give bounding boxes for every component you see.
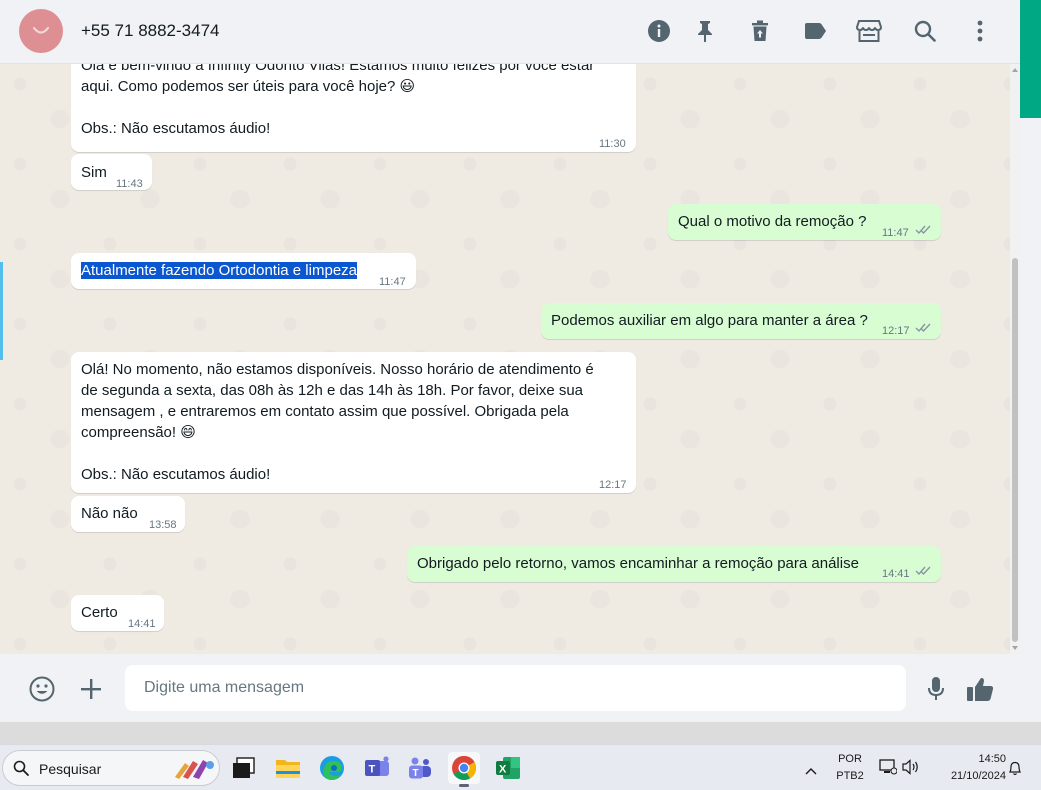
info-icon[interactable] [646, 18, 672, 44]
network-icon[interactable] [879, 759, 898, 780]
search-label: Pesquisar [39, 761, 102, 777]
clock-time[interactable]: 14:50 [930, 753, 1006, 765]
message-time: 12:17 [599, 479, 627, 491]
search-icon [13, 760, 29, 776]
message-incoming[interactable]: Não não 13:58 [71, 496, 185, 532]
message-composer [0, 654, 1020, 722]
message-time: 11:47 [379, 276, 406, 288]
file-explorer-icon[interactable] [272, 752, 304, 784]
microphone-icon[interactable] [923, 675, 949, 703]
keyboard-layout[interactable]: PTB2 [834, 770, 866, 782]
window-edge-accent [0, 262, 3, 360]
scroll-up-arrow-icon[interactable] [1012, 68, 1018, 72]
read-ticks-icon [915, 225, 931, 235]
excel-icon[interactable]: X [492, 752, 524, 784]
message-text: Qual o motivo da remoção ? [678, 213, 867, 230]
message-text: Sim [81, 164, 107, 181]
whatsapp-window: +55 71 8882-3474 Olá e bem-vindo à Infin… [0, 0, 1020, 722]
volume-icon[interactable] [902, 759, 920, 780]
thumbs-up-icon[interactable] [964, 674, 996, 704]
message-incoming[interactable]: Olá e bem-vindo à Infinity Odonto Vilas!… [71, 64, 636, 152]
teams-work-icon[interactable]: T [361, 752, 393, 784]
message-incoming[interactable]: Olá! No momento, não estamos disponíveis… [71, 352, 636, 493]
search-highlight-icon [175, 760, 214, 779]
message-text: Não não [81, 505, 138, 522]
emoji-icon[interactable] [28, 675, 56, 703]
edge-browser-icon[interactable] [316, 752, 348, 784]
delete-icon[interactable] [747, 18, 773, 44]
chat-header: +55 71 8882-3474 [0, 0, 1020, 64]
side-strip [1020, 0, 1041, 722]
scrollbar-thumb[interactable] [1012, 258, 1018, 642]
notification-bell-icon[interactable] [1008, 760, 1022, 781]
accent-bar [1020, 0, 1041, 118]
teams-icon[interactable]: T [404, 752, 436, 784]
message-input[interactable] [125, 665, 906, 711]
menu-icon[interactable] [967, 18, 993, 44]
pin-icon[interactable] [692, 18, 718, 44]
message-outgoing[interactable]: Qual o motivo da remoção ? 11:47 [668, 204, 941, 240]
search-icon[interactable] [912, 18, 938, 44]
message-time: 12:17 [882, 325, 910, 337]
message-time: 13:58 [149, 519, 177, 531]
svg-text:T: T [369, 764, 376, 776]
message-outgoing[interactable]: Obrigado pelo retorno, vamos encaminhar … [407, 546, 941, 582]
tray-overflow-chevron-icon[interactable] [805, 762, 817, 780]
message-outgoing[interactable]: Podemos auxiliar em algo para manter a á… [541, 303, 941, 339]
svg-text:X: X [499, 764, 507, 776]
message-text: Olá e bem-vindo à Infinity Odonto Vilas!… [81, 64, 595, 137]
message-text: Olá! No momento, não estamos disponíveis… [81, 361, 594, 483]
message-incoming[interactable]: Sim 11:43 [71, 154, 152, 190]
chat-scrollbar[interactable] [1010, 64, 1020, 654]
input-language[interactable]: POR [834, 753, 866, 765]
message-time: 11:43 [116, 178, 143, 190]
message-time: 11:30 [599, 138, 626, 150]
store-icon[interactable] [856, 18, 882, 44]
label-icon[interactable] [802, 18, 828, 44]
chrome-icon[interactable] [448, 752, 480, 787]
message-text: Obrigado pelo retorno, vamos encaminhar … [417, 555, 859, 572]
taskbar-search[interactable]: Pesquisar [2, 750, 220, 786]
avatar[interactable] [19, 9, 63, 53]
taskbar-app-terminal[interactable] [228, 752, 260, 784]
message-time: 14:41 [128, 618, 156, 630]
read-ticks-icon [915, 566, 931, 576]
read-ticks-icon [915, 323, 931, 333]
message-incoming[interactable]: Certo 14:41 [71, 595, 164, 631]
contact-name[interactable]: +55 71 8882-3474 [81, 21, 220, 41]
svg-text:T: T [413, 768, 419, 779]
windows-taskbar: Pesquisar T T X POR PTB2 14:50 21/10/202… [0, 744, 1041, 790]
scroll-down-arrow-icon[interactable] [1012, 646, 1018, 650]
message-list[interactable]: Olá e bem-vindo à Infinity Odonto Vilas!… [0, 64, 1020, 654]
clock-date[interactable]: 21/10/2024 [930, 770, 1006, 782]
attach-plus-icon[interactable] [78, 676, 104, 702]
message-incoming[interactable]: Atualmente fazendo Ortodontia e limpeza … [71, 253, 416, 289]
message-text: Certo [81, 604, 118, 621]
message-text: Podemos auxiliar em algo para manter a á… [551, 312, 868, 329]
message-time: 11:47 [882, 227, 909, 239]
message-time: 14:41 [882, 568, 910, 580]
selected-message-text: Atualmente fazendo Ortodontia e limpeza [81, 262, 357, 279]
